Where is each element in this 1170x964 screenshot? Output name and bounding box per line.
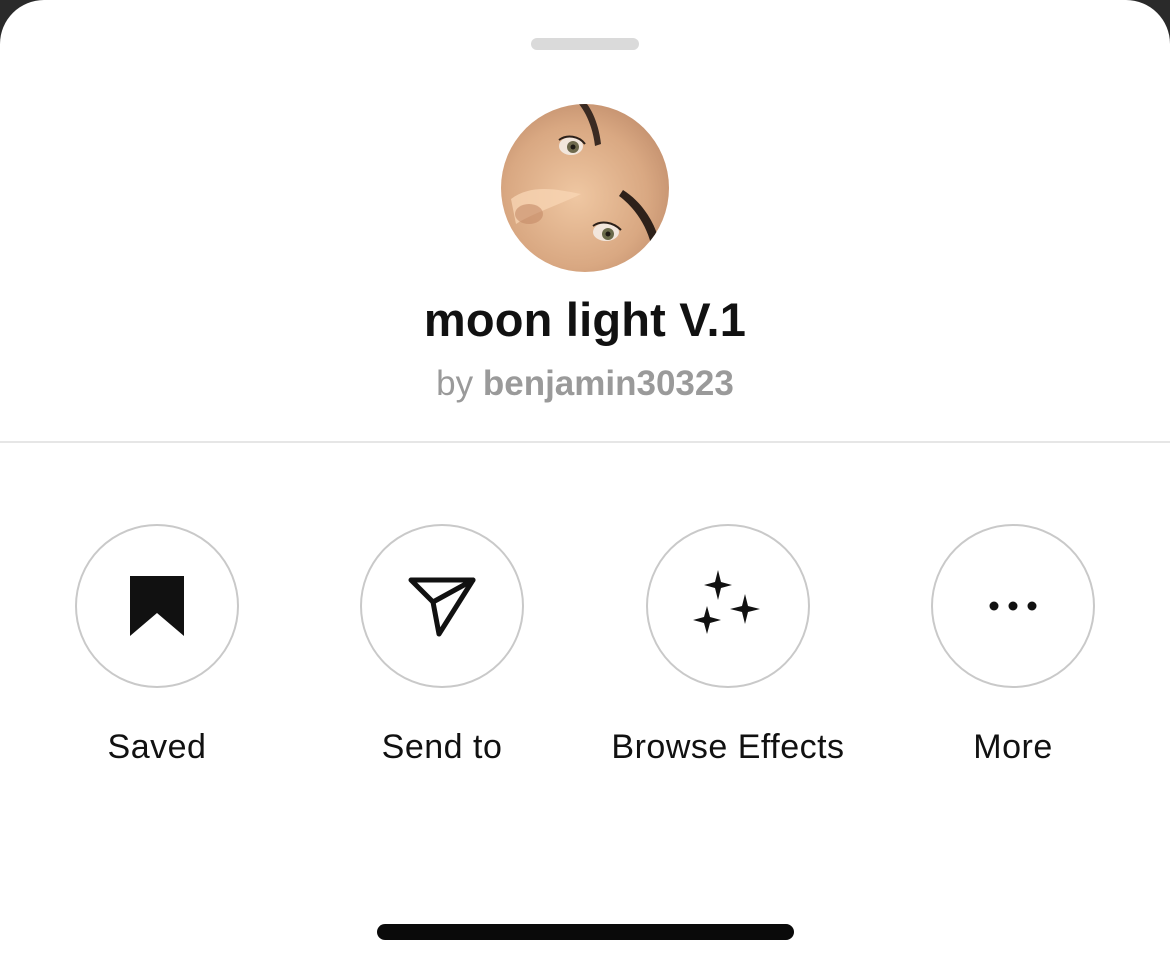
saved-button-circle[interactable] [75,524,239,688]
divider [0,441,1170,443]
more-button-circle[interactable] [931,524,1095,688]
sparkles-icon [693,570,760,634]
sheet-grabber-handle[interactable] [531,38,639,50]
more-label: More [973,728,1053,766]
saved-button[interactable]: Saved [32,524,282,769]
paper-plane-icon [408,577,476,637]
more-dots-icon [989,601,1037,611]
send-to-button-circle[interactable] [360,524,524,688]
browse-effects-label: Browse Effects [611,728,845,766]
home-indicator[interactable] [377,924,794,940]
send-to-label: Send to [381,728,503,766]
browse-effects-button[interactable]: Browse Effects [603,524,853,769]
by-prefix: by [436,364,474,403]
creator-username[interactable]: benjamin30323 [483,364,734,403]
effect-bottom-sheet: moon light V.1 by benjamin30323 Saved Se… [0,0,1170,964]
effect-title: moon light V.1 [423,293,747,346]
send-to-button[interactable]: Send to [317,524,567,769]
browse-effects-button-circle[interactable] [646,524,810,688]
more-button[interactable]: More [888,524,1138,769]
effect-creator-line[interactable]: by benjamin30323 [0,364,1170,404]
saved-label: Saved [107,728,207,766]
effect-avatar [501,104,669,272]
bookmark-filled-icon [130,576,184,636]
